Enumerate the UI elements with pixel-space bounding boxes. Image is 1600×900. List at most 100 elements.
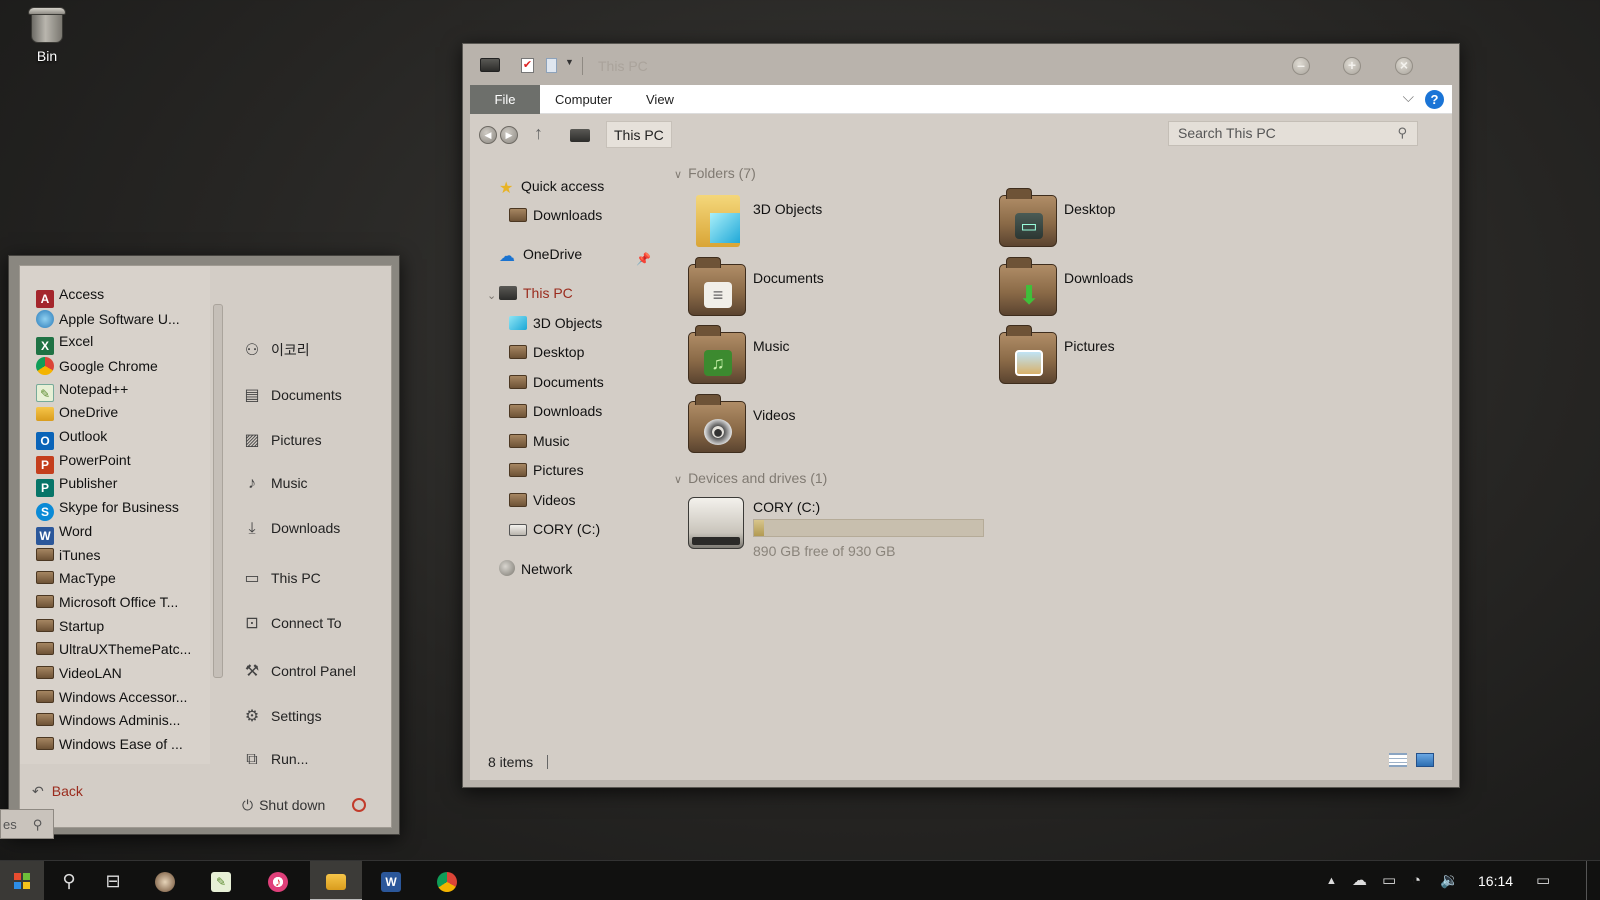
nav-onedrive[interactable]: ☁ OneDrive: [499, 246, 582, 265]
chevron-down-icon[interactable]: ⌄: [487, 289, 496, 302]
nav-this-pc[interactable]: This PC: [499, 285, 573, 301]
devices-group-header[interactable]: ∨ Devices and drives (1): [674, 470, 827, 486]
battery-icon[interactable]: ▭: [1382, 861, 1396, 900]
shutdown-button[interactable]: ⏻ Shut down: [242, 797, 366, 814]
folder-label: Desktop: [1064, 201, 1116, 217]
app-word[interactable]: W Word: [36, 523, 202, 545]
nav-pictures[interactable]: Pictures: [509, 462, 584, 478]
app-publisher[interactable]: P Publisher: [36, 475, 202, 497]
wifi-icon[interactable]: ◔: [1412, 861, 1421, 900]
search-icon[interactable]: ⚲: [1397, 125, 1407, 141]
large-icons-view-icon[interactable]: [1416, 753, 1434, 767]
taskbar-itunes[interactable]: ♪: [253, 861, 303, 900]
shutdown-options-icon[interactable]: [352, 798, 366, 812]
app-excel[interactable]: X Excel: [36, 333, 202, 355]
search-button[interactable]: ⚲: [44, 861, 94, 900]
place-control-panel[interactable]: ⚒ Control Panel: [243, 661, 356, 681]
start-search-box[interactable]: es ⚲: [0, 809, 54, 839]
app-apple-software-update[interactable]: Apple Software U...: [36, 310, 202, 328]
app-powerpoint[interactable]: P PowerPoint: [36, 452, 202, 474]
app-folder-windows-accessories[interactable]: Windows Accessor...: [36, 689, 202, 705]
drive-cory[interactable]: CORY (C:) 890 GB free of 930 GB: [688, 497, 988, 559]
app-folder-videolan[interactable]: VideoLAN: [36, 665, 202, 681]
nav-qa-downloads[interactable]: Downloads: [509, 207, 602, 223]
search-input[interactable]: Search This PC ⚲: [1168, 121, 1418, 146]
app-skype-for-business[interactable]: S Skype for Business: [36, 499, 202, 521]
app-folder-mactype[interactable]: MacType: [36, 570, 202, 586]
start-button[interactable]: [0, 861, 44, 900]
taskbar-app-1[interactable]: [140, 861, 190, 900]
app-list-scrollbar[interactable]: [213, 304, 223, 678]
folder-icon: [36, 666, 54, 679]
customize-quick-access-icon[interactable]: ▼: [565, 57, 574, 67]
forward-icon[interactable]: ▶: [500, 126, 518, 144]
app-folder-itunes[interactable]: iTunes: [36, 547, 202, 563]
nav-network[interactable]: Network: [499, 560, 572, 577]
nav-music[interactable]: Music: [509, 433, 570, 449]
tab-view[interactable]: View: [646, 85, 674, 114]
back-button[interactable]: ↶ Back: [32, 783, 83, 800]
volume-icon[interactable]: 🔉: [1440, 861, 1459, 900]
details-view-icon[interactable]: [1389, 753, 1407, 767]
apple-update-icon: [36, 310, 54, 328]
word-icon: W: [381, 872, 401, 893]
tab-file[interactable]: File: [470, 85, 540, 114]
minimize-button[interactable]: –: [1292, 57, 1310, 75]
app-notepad-plus-plus[interactable]: ✎ Notepad++: [36, 381, 202, 402]
app-folder-microsoft-office-tools[interactable]: Microsoft Office T...: [36, 594, 202, 610]
place-documents[interactable]: ▤ Documents: [243, 385, 341, 405]
task-view-button[interactable]: ⊟: [88, 861, 138, 900]
drive-icon: [509, 524, 527, 536]
taskbar-notepad-plus-plus[interactable]: ✎: [196, 861, 246, 900]
up-icon[interactable]: ↑: [534, 123, 543, 144]
back-icon[interactable]: ◀: [479, 126, 497, 144]
search-placeholder: Search This PC: [1178, 125, 1276, 141]
close-button[interactable]: ×: [1395, 57, 1413, 75]
folders-group-header[interactable]: ∨ Folders (7): [674, 165, 756, 181]
pin-icon[interactable]: 📌: [636, 252, 651, 266]
app-folder-windows-ease-of-access[interactable]: Windows Ease of ...: [36, 736, 202, 752]
nav-downloads[interactable]: Downloads: [509, 403, 602, 419]
place-music[interactable]: ♪ Music: [243, 475, 308, 493]
this-pc-icon[interactable]: [480, 58, 500, 72]
breadcrumb[interactable]: This PC: [606, 121, 672, 148]
app-onedrive[interactable]: OneDrive: [36, 404, 202, 421]
action-center-icon[interactable]: ▭: [1536, 861, 1550, 900]
tab-computer[interactable]: Computer: [555, 85, 612, 114]
app-outlook[interactable]: O Outlook: [36, 428, 202, 450]
maximize-button[interactable]: +: [1343, 57, 1361, 75]
recycle-bin[interactable]: Bin: [20, 4, 74, 64]
clock[interactable]: 16:14: [1478, 861, 1513, 900]
place-user[interactable]: ⚇ 이코리: [243, 340, 310, 360]
taskbar-word[interactable]: W: [366, 861, 416, 900]
app-label: Notepad++: [59, 381, 129, 397]
divider: [582, 57, 583, 75]
help-icon[interactable]: ?: [1425, 90, 1444, 109]
taskbar-file-explorer[interactable]: [310, 861, 362, 900]
taskbar-chrome[interactable]: [422, 861, 472, 900]
onedrive-tray-icon[interactable]: ☁: [1352, 861, 1367, 900]
expand-ribbon-icon[interactable]: ⌵: [1403, 89, 1414, 106]
place-downloads[interactable]: ⤓ Downloads: [243, 520, 340, 538]
place-connect-to[interactable]: ⊡ Connect To: [243, 613, 341, 633]
properties-icon[interactable]: ✔: [521, 58, 534, 73]
nav-cory-drive[interactable]: CORY (C:): [509, 521, 600, 537]
nav-documents[interactable]: Documents: [509, 374, 604, 390]
show-hidden-icons-button[interactable]: ▲: [1326, 861, 1337, 900]
nav-3d-objects[interactable]: 3D Objects: [509, 315, 602, 331]
place-this-pc[interactable]: ▭ This PC: [243, 568, 320, 588]
nav-videos[interactable]: Videos: [509, 492, 576, 508]
app-access[interactable]: A Access: [36, 286, 202, 308]
place-settings[interactable]: ⚙ Settings: [243, 706, 322, 726]
app-folder-windows-administrative[interactable]: Windows Adminis...: [36, 712, 202, 728]
place-run[interactable]: ⧉ Run...: [243, 751, 308, 769]
wrench-icon: ⚒: [244, 663, 260, 680]
place-pictures[interactable]: ▨ Pictures: [243, 430, 321, 450]
show-desktop-button[interactable]: [1586, 861, 1600, 900]
app-google-chrome[interactable]: Google Chrome: [36, 357, 202, 375]
nav-desktop[interactable]: Desktop: [509, 344, 584, 360]
new-folder-icon[interactable]: [546, 58, 557, 73]
nav-quick-access[interactable]: ★ Quick access: [499, 178, 604, 197]
app-folder-startup[interactable]: Startup: [36, 618, 202, 634]
app-folder-ultrauxthemepatcher[interactable]: UltraUXThemePatc...: [36, 641, 202, 657]
